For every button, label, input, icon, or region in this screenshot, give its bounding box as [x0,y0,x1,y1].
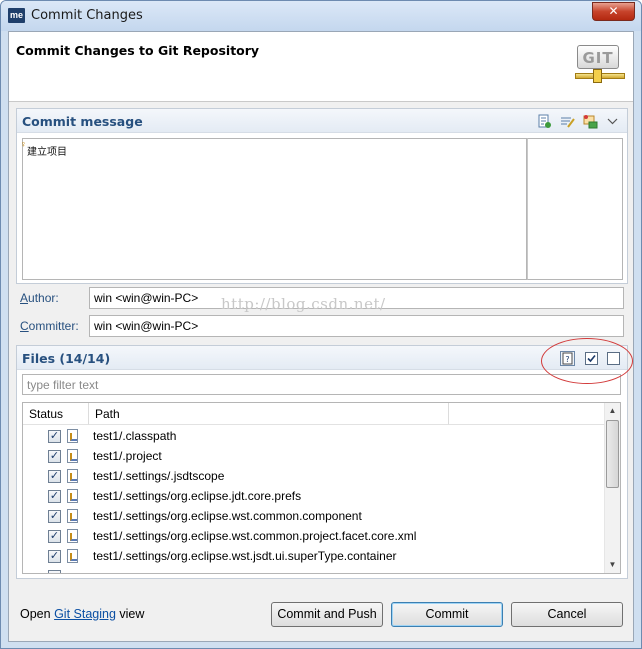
file-path: test1/.settings/.jsdtscope [93,469,225,483]
file-filter-input[interactable]: type filter text [22,374,621,395]
commit-message-header: Commit message [17,109,627,133]
close-button[interactable]: ✕ [592,2,635,21]
file-checkbox[interactable]: ✓ [48,530,61,543]
view-text: view [119,607,145,621]
author-label: Author: [20,291,59,305]
file-path: test1/.project [93,449,162,463]
highlight-annotation [541,338,633,384]
file-path: test1/.settings/org.eclipse.wst.jsdt.ui.… [93,549,397,563]
files-title: Files (14/14) [22,351,111,366]
file-checkbox[interactable]: ✓ [48,450,61,463]
file-icon [67,469,78,483]
file-icon [67,489,78,503]
page-title: Commit Changes to Git Repository [16,43,260,58]
file-checkbox[interactable]: ✓ [48,550,61,563]
file-checkbox[interactable]: ✓ [48,470,61,483]
table-row-partial [23,566,606,573]
git-logo-text: GIT [577,45,619,69]
scrollbar-thumb[interactable] [606,420,619,488]
file-path: test1/.settings/org.eclipse.jdt.core.pre… [93,489,302,503]
dialog-client-area: Commit Changes to Git Repository GIT Com… [8,31,634,642]
commit-and-push-button[interactable]: Commit and Push [271,602,383,627]
commit-button[interactable]: Commit [391,602,503,627]
amend-icon[interactable] [537,114,552,129]
scroll-down-arrow-icon[interactable]: ▼ [605,557,620,573]
committer-label-text: ommitter: [28,319,79,333]
table-row[interactable]: ✓ test1/.project [23,446,606,466]
column-header-path[interactable]: Path [89,403,449,425]
content-assist-marker-icon: ♀ [20,139,27,149]
commit-message-text: 建立项目 [27,147,67,158]
file-icon [67,549,78,563]
commit-message-section: Commit message ♀ 建立项目 [16,108,628,284]
table-row[interactable]: ✓ test1/.settings/org.eclipse.jdt.core.p… [23,486,606,506]
git-logo-icon: GIT [575,43,627,85]
table-row[interactable]: ✓ test1/.settings/org.eclipse.wst.jsdt.u… [23,546,606,566]
column-header-status[interactable]: Status [23,403,89,425]
commit-changes-dialog: me Commit Changes ✕ Commit Changes to Gi… [0,0,642,649]
file-checkbox[interactable]: ✓ [48,490,61,503]
committer-label: Committer: [20,319,79,333]
git-staging-link[interactable]: Git Staging [54,607,116,621]
scroll-up-arrow-icon[interactable]: ▲ [605,403,620,419]
title-bar[interactable]: me Commit Changes ✕ [1,1,641,31]
table-row[interactable]: ✓ test1/.settings/.jsdtscope [23,466,606,486]
committer-label-mnemonic: C [20,319,29,333]
files-table: Status Path ✓ test1/.classpath ✓ test1/.… [22,402,621,574]
column-header-filler [449,403,606,425]
file-icon [67,509,78,523]
cancel-button[interactable]: Cancel [511,602,623,627]
committer-field[interactable]: win <win@win-PC> [89,315,624,337]
table-row[interactable]: ✓ test1/.classpath [23,426,606,446]
file-icon [67,529,78,543]
commit-message-title: Commit message [22,114,143,129]
git-logo-node [593,69,602,83]
commit-message-input[interactable]: ♀ 建立项目 [20,138,527,280]
table-row[interactable]: ✓ test1/.settings/org.eclipse.wst.common… [23,526,606,546]
file-checkbox[interactable] [48,570,61,573]
commit-message-ruler [527,138,623,280]
file-path: test1/.settings/org.eclipse.wst.common.c… [93,509,362,523]
files-header: Files (14/14) ? [17,346,627,370]
file-checkbox[interactable]: ✓ [48,510,61,523]
file-icon [67,429,78,443]
signoff-icon[interactable] [560,114,575,129]
table-row[interactable]: ✓ test1/.settings/org.eclipse.wst.common… [23,506,606,526]
app-logo-icon: me [8,8,25,23]
author-label-text: uthor: [28,291,59,305]
file-icon [67,449,78,463]
open-staging-view-text: Open Git Staging view [20,607,144,621]
file-checkbox[interactable]: ✓ [48,430,61,443]
file-path: test1/.classpath [93,429,177,443]
window-title: Commit Changes [31,8,143,23]
view-menu-chevron-icon[interactable] [607,114,618,129]
files-section: Files (14/14) ? type filter text Status … [16,345,628,579]
watermark-text: http://blog.csdn.net/ [221,295,386,313]
dialog-header: Commit Changes to Git Repository GIT [9,32,633,102]
open-text: Open [20,607,51,621]
files-scrollbar[interactable]: ▲ ▼ [604,403,620,573]
file-path: test1/.settings/org.eclipse.wst.common.p… [93,529,417,543]
author-label-mnemonic: A [20,291,29,305]
change-id-icon[interactable] [583,114,598,129]
